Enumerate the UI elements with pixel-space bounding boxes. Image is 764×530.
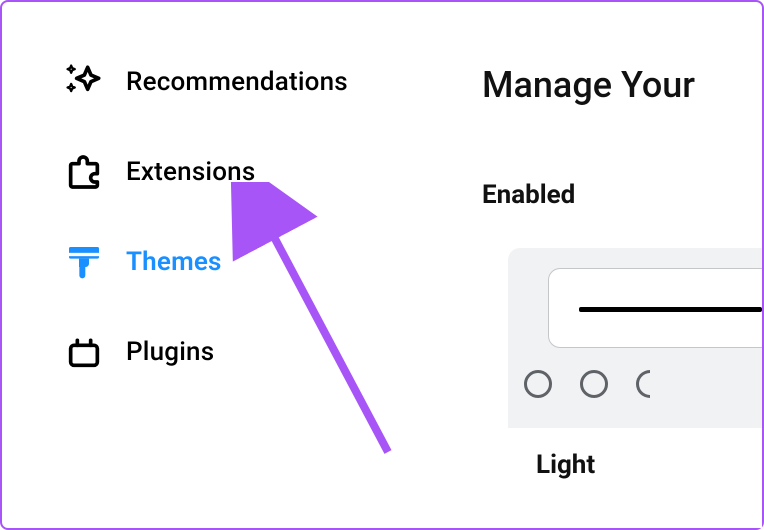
- theme-card-label: Light: [536, 450, 595, 480]
- theme-color-swatches: [524, 370, 650, 398]
- main-content: Manage Your Enabled Light: [482, 2, 762, 528]
- sidebar-item-label: Plugins: [126, 337, 214, 367]
- swatch-circle[interactable]: [580, 370, 608, 398]
- sidebar-item-plugins[interactable]: Plugins: [62, 330, 348, 374]
- plug-icon: [62, 330, 106, 374]
- sidebar: Recommendations Extensions Themes: [62, 60, 348, 374]
- sidebar-item-themes[interactable]: Themes: [62, 240, 348, 284]
- page-title: Manage Your: [482, 64, 695, 106]
- sidebar-item-recommendations[interactable]: Recommendations: [62, 60, 348, 104]
- swatch-circle[interactable]: [636, 370, 650, 398]
- sidebar-item-label: Extensions: [126, 157, 255, 187]
- swatch-circle[interactable]: [524, 370, 552, 398]
- theme-preview-line: [579, 307, 762, 312]
- puzzle-icon: [62, 150, 106, 194]
- theme-card-light[interactable]: Light: [508, 248, 762, 528]
- brush-icon: [62, 240, 106, 284]
- section-enabled-title: Enabled: [482, 180, 575, 210]
- sidebar-item-label: Recommendations: [126, 67, 348, 97]
- theme-card-footer: Light: [508, 428, 762, 528]
- theme-preview-window: [548, 268, 762, 348]
- sidebar-item-label: Themes: [126, 247, 222, 277]
- sidebar-item-extensions[interactable]: Extensions: [62, 150, 348, 194]
- sparkles-icon: [62, 60, 106, 104]
